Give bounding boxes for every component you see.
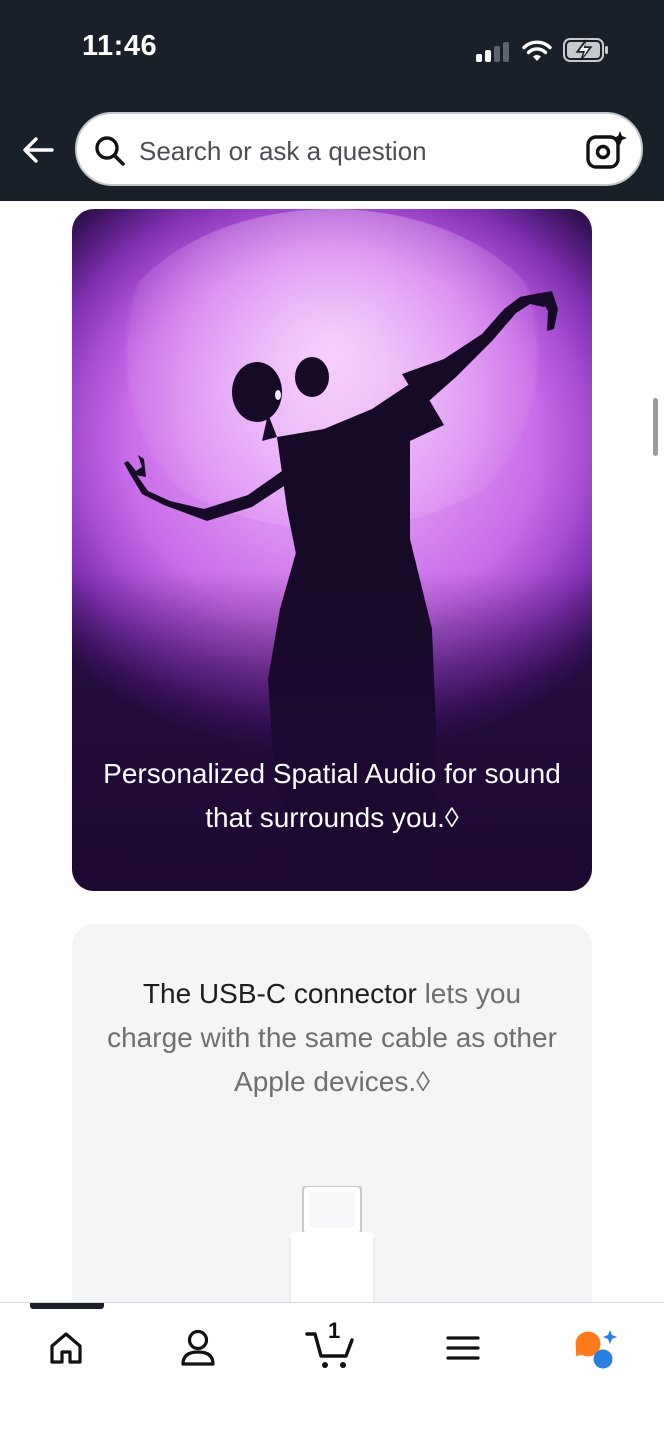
home-icon [50,1332,82,1364]
nav-home[interactable] [36,1323,96,1373]
usb-c-caption-bold: The USB-C connector [142,978,417,1009]
bottom-navigation: 1 [0,1302,664,1440]
usb-c-caption: The USB-C connector lets you charge with… [102,972,562,1104]
spatial-audio-promo-card[interactable]: Personalized Spatial Audio for sound tha… [72,209,592,891]
cellular-signal-icon [476,40,510,62]
cart-count-badge: 1 [328,1318,341,1343]
nav-menu[interactable] [433,1323,493,1373]
search-bar[interactable] [75,112,643,186]
app-header: 11:46 [0,0,664,201]
promo-caption: Personalized Spatial Audio for sound tha… [103,758,561,833]
nav-rufus[interactable] [564,1323,624,1373]
rufus-assistant-icon [575,1330,617,1369]
person-icon [181,1329,215,1366]
bottom-fade [72,571,592,891]
back-arrow-icon[interactable] [18,130,58,170]
menu-icon [446,1336,480,1360]
screen: 11:46 Search or ask a question Personali… [0,0,664,1440]
search-icon [95,136,125,166]
search-input[interactable] [139,136,559,166]
camera-lens-icon[interactable] [585,130,627,170]
scrollbar[interactable] [653,398,658,456]
battery-charging-icon [563,38,608,62]
status-time: 11:46 [82,30,158,62]
wifi-icon [522,40,552,61]
usb-c-feature-card[interactable]: The USB-C connector lets you charge with… [72,924,592,1346]
nav-account[interactable] [168,1323,228,1373]
active-tab-indicator [30,1303,104,1309]
